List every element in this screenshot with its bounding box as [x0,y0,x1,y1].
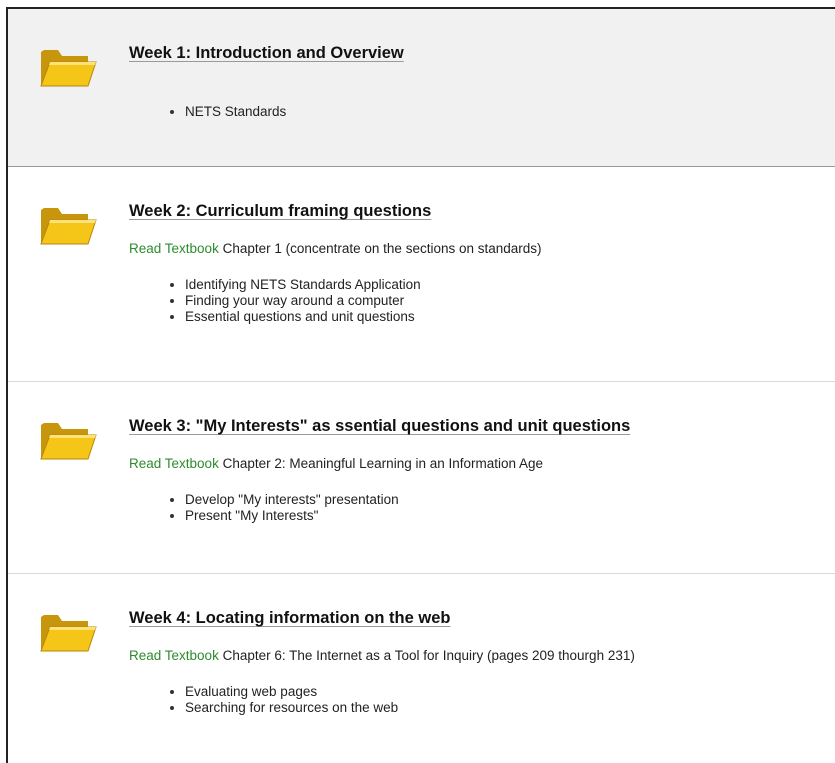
reading-assignment: Read Textbook Chapter 2: Meaningful Lear… [129,456,543,471]
topic-list: Identifying NETS Standards Application F… [168,277,421,325]
week-title-link[interactable]: Week 4: Locating information on the web [129,609,450,628]
list-item: Searching for resources on the web [168,700,398,716]
week-title-link[interactable]: Week 3: "My Interests" as ssential quest… [129,417,630,436]
list-item: Present "My Interests" [168,508,399,524]
week-title-link[interactable]: Week 1: Introduction and Overview [129,44,404,63]
list-item: Evaluating web pages [168,684,398,700]
list-item: Develop "My interests" presentation [168,492,399,508]
read-textbook-label: Read Textbook [129,456,219,471]
reading-assignment: Read Textbook Chapter 1 (concentrate on … [129,241,542,256]
reading-text: Chapter 2: Meaningful Learning in an Inf… [218,456,544,471]
list-item: Finding your way around a computer [168,293,421,309]
week-item-4: Week 4: Locating information on the web … [8,574,835,763]
week-title-link[interactable]: Week 2: Curriculum framing questions [129,202,431,221]
reading-text: Chapter 1 (concentrate on the sections o… [218,241,542,256]
list-item: NETS Standards [168,104,286,120]
reading-assignment: Read Textbook Chapter 6: The Internet as… [129,648,635,663]
read-textbook-label: Read Textbook [129,241,219,256]
folder-icon [40,615,97,652]
reading-text: Chapter 6: The Internet as a Tool for In… [218,648,635,663]
week-item-3: Week 3: "My Interests" as ssential quest… [8,382,835,574]
read-textbook-label: Read Textbook [129,648,219,663]
topic-list: Develop "My interests" presentation Pres… [168,492,399,524]
folder-icon [40,423,97,460]
course-content-list: Week 1: Introduction and Overview NETS S… [6,7,835,763]
list-item: Essential questions and unit questions [168,309,421,325]
folder-icon [40,208,97,245]
week-item-1: Week 1: Introduction and Overview NETS S… [8,9,835,167]
week-item-2: Week 2: Curriculum framing questions Rea… [8,167,835,382]
topic-list: Evaluating web pages Searching for resou… [168,684,398,716]
folder-icon [40,50,97,87]
topic-list: NETS Standards [168,104,286,120]
list-item: Identifying NETS Standards Application [168,277,421,293]
